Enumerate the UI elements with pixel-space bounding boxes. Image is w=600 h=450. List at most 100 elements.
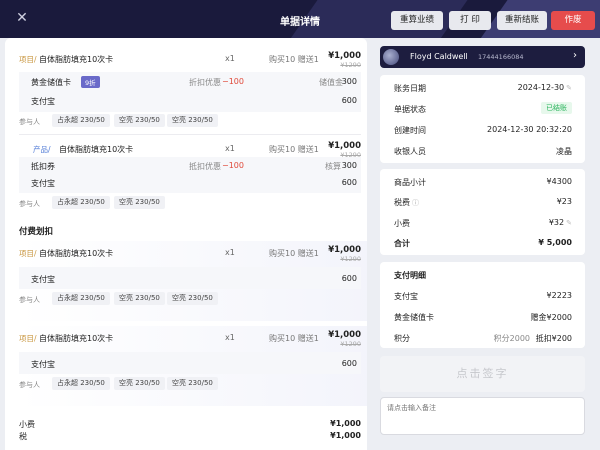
accounting-amount: 300 [341, 161, 357, 170]
accounting-label: 核算 [325, 162, 341, 171]
summary-row-tip[interactable]: 小费 ¥32 ✎ [394, 218, 572, 229]
summary-row-tax: 税费 ⓘ ¥23 [394, 197, 572, 208]
payment-block: 支付宝 600 [19, 267, 361, 289]
item-name: 自体脂肪填充10次卡 [39, 55, 114, 64]
summary-label: 税费 [394, 198, 410, 207]
payment-method-label: 支付宝 [31, 360, 55, 369]
staff-chip: 占永超 230/50 [52, 114, 110, 127]
discount-value: −100 [222, 77, 244, 86]
item-price: ¥1,000 [328, 330, 361, 340]
total-row-tip: 小费 ¥1,000 [19, 419, 361, 430]
chevron-right-icon[interactable]: › [573, 50, 577, 61]
pencil-icon[interactable]: ✎ [566, 219, 572, 227]
payment-row-points: 积分 积分2000 抵扣¥200 [394, 333, 572, 344]
staff-label: 参与人 [19, 381, 40, 389]
payment-value: 赠金¥2000 [530, 313, 572, 322]
item-name: 自体脂肪填充10次卡 [59, 145, 134, 154]
staff-chip: 占永超 230/50 [52, 196, 110, 209]
staff-chip: 空亮 230/50 [114, 292, 165, 305]
item-qty: x1 [225, 248, 235, 257]
item-header: 项目/ 自体脂肪填充10次卡 x1 购买10 赠送1 ¥1,000 ¥1290 [19, 327, 361, 348]
payment-value: ¥2223 [546, 291, 572, 300]
item-category: 产品/ [33, 145, 51, 154]
tip-value: ¥32 [548, 218, 565, 227]
stored-value-amount: 300 [341, 77, 357, 86]
staff-chip: 空亮 230/50 [114, 377, 165, 390]
header-bar: ✕ 单据详情 重算业绩 打 印 重新结账 作废 [0, 0, 600, 38]
discount-value: −100 [222, 161, 244, 170]
payment-amount: 600 [341, 96, 357, 105]
payment-method-label: 支付宝 [31, 179, 55, 188]
staff-label: 参与人 [19, 118, 40, 126]
item-category: 项目/ [19, 55, 37, 64]
info-value: 凌晶 [556, 147, 572, 156]
payment-value: 抵扣¥200 [535, 334, 572, 343]
info-label: 创建时间 [394, 126, 426, 135]
resettle-button[interactable]: 重新结账 [497, 11, 547, 30]
summary-value: ¥23 [556, 197, 572, 206]
payment-row-alipay: 支付宝 ¥2223 [394, 291, 572, 302]
payment-row-gold-card: 黄金储值卡 赠金¥2000 [394, 312, 572, 323]
payment-method-label: 抵扣券 [31, 162, 55, 171]
staff-chip: 占永超 230/50 [52, 292, 110, 305]
customer-card[interactable]: Floyd Caldwell 17444166084 › [380, 46, 585, 68]
item-name: 自体脂肪填充10次卡 [39, 249, 114, 258]
signature-pad[interactable]: 点击签字 [380, 356, 585, 392]
info-label: 单据状态 [394, 105, 426, 114]
info-value: 2024-12-30 ✎ [518, 83, 572, 92]
total-row-tax: 税 ¥1,000 [19, 431, 361, 442]
discount-tag: 9折 [81, 76, 100, 88]
item-price: ¥1,000 [328, 51, 361, 61]
divider [19, 134, 361, 135]
summary-value: ¥4300 [546, 177, 572, 186]
item-price: ¥1,000 [328, 245, 361, 255]
payment-method-label: 黄金储值卡 [31, 78, 71, 87]
item-promo: 购买10 赠送1 [269, 334, 319, 343]
item-header: 产品/ 自体脂肪填充10次卡 x1 购买10 赠送1 ¥1,000 ¥1290 [19, 138, 361, 159]
pencil-icon[interactable]: ✎ [566, 84, 572, 92]
print-button[interactable]: 打 印 [449, 11, 491, 30]
payment-method-label: 支付宝 [31, 275, 55, 284]
summary-value: ¥32 ✎ [549, 218, 572, 227]
total-value: ¥1,000 [330, 419, 361, 428]
avatar [383, 49, 399, 65]
item-qty: x1 [225, 54, 235, 63]
points-amount: 积分2000 [493, 334, 530, 343]
item-qty: x1 [225, 144, 235, 153]
item-price: ¥1,000 [328, 141, 361, 151]
info-icon[interactable]: ⓘ [412, 199, 419, 207]
payment-amount: 600 [341, 359, 357, 368]
summary-label: 商品小计 [394, 178, 426, 187]
item-header: 项目/ 自体脂肪填充10次卡 x1 购买10 赠送1 ¥1,000 ¥1290 [19, 242, 361, 263]
info-row-status: 单据状态 已结账 [394, 102, 572, 115]
amount-summary-card: 商品小计 ¥4300 税费 ⓘ ¥23 小费 ¥32 ✎ 合计 ¥ 5,000 [380, 169, 585, 255]
total-value: ¥1,000 [330, 431, 361, 440]
discount-label: 折扣优惠 [189, 78, 221, 87]
payment-block: 支付宝 600 [19, 352, 361, 374]
info-row-account-date[interactable]: 账务日期 2024-12-30 ✎ [394, 83, 572, 94]
summary-label: 小费 [394, 219, 410, 228]
staff-chip: 空亮 230/50 [167, 292, 218, 305]
total-label: 税 [19, 432, 27, 441]
account-date-value: 2024-12-30 [517, 83, 565, 92]
void-button[interactable]: 作废 [551, 11, 595, 30]
summary-label: 合计 [394, 239, 410, 248]
payment-block: 抵扣券 抵扣优惠 −100 核算 300 支付宝 600 [19, 157, 361, 193]
info-row-cashier: 收银人员 凌晶 [394, 146, 572, 157]
payment-label: 黄金储值卡 [394, 313, 434, 322]
summary-row-subtotal: 商品小计 ¥4300 [394, 177, 572, 188]
item-original-price: ¥1290 [340, 255, 361, 263]
total-label: 小费 [19, 420, 35, 429]
remark-input[interactable] [380, 397, 585, 435]
item-original-price: ¥1290 [340, 61, 361, 69]
customer-name: Floyd Caldwell [410, 52, 468, 61]
order-items-panel: 项目/ 自体脂肪填充10次卡 x1 购买10 赠送1 ¥1,000 ¥1290 … [5, 38, 367, 450]
discount-label: 抵扣优惠 [189, 162, 221, 171]
item-original-price: ¥1290 [340, 340, 361, 348]
recalc-performance-button[interactable]: 重算业绩 [391, 11, 443, 30]
summary-row-total: 合计 ¥ 5,000 [394, 238, 572, 249]
staff-chip: 空亮 230/50 [114, 196, 165, 209]
payment-amount: 600 [341, 274, 357, 283]
payment-detail-card: 支付明细 支付宝 ¥2223 黄金储值卡 赠金¥2000 积分 积分2000 抵… [380, 262, 585, 348]
item-header: 项目/ 自体脂肪填充10次卡 x1 购买10 赠送1 ¥1,000 ¥1290 [19, 48, 361, 69]
